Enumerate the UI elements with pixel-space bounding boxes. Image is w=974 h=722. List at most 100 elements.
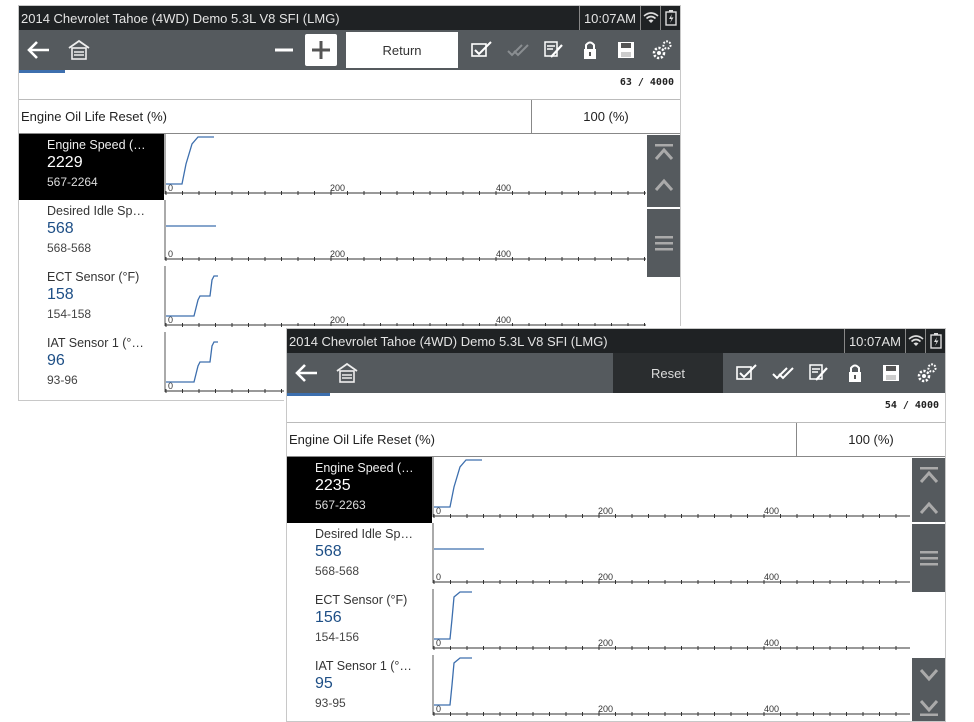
plus-icon[interactable] [305,34,337,66]
scroll-down-icon[interactable] [912,658,945,691]
x-tick-label: 200 [598,638,613,648]
pid-label[interactable]: ECT Sensor (°F) 156 154-156 [287,589,432,655]
x-tick-label: 200 [330,315,345,325]
pid-row[interactable]: Desired Idle Sp… 568 568-568 0 200 400 [19,200,680,266]
check-list-icon[interactable] [729,353,765,393]
frame-counter: 63 / 4000 [619,77,674,88]
pid-graph-svg: 0200400 [164,266,646,327]
scrollbar-thumb[interactable] [647,209,680,277]
pid-graph-svg: 0200400 [164,200,646,261]
wifi-icon [640,6,660,30]
pid-row[interactable]: ECT Sensor (°F) 156 154-156 0 200 400 [287,589,945,655]
pid-range: 93-95 [315,695,346,710]
x-tick-label: 200 [598,506,613,516]
pid-value: 158 [47,286,74,304]
pid-trace-line [434,459,482,508]
check-list-icon[interactable] [464,30,500,70]
home-icon[interactable] [327,353,367,393]
reset-button[interactable]: Reset [613,353,723,393]
edit-list-icon[interactable] [801,353,837,393]
pid-graph-svg: 0200400 [432,589,910,650]
settings-gears-icon[interactable] [644,30,680,70]
oil-life-label: Engine Oil Life Reset (%) [19,100,532,133]
pid-value: 568 [315,543,342,561]
pid-label[interactable]: Engine Speed (… 2235 567-2263 [287,457,432,523]
pid-range: 154-158 [47,306,92,321]
save-icon[interactable] [873,353,909,393]
scroll-up-icon[interactable] [647,168,680,201]
return-button[interactable]: Return [346,32,458,68]
pid-trace-line [166,136,214,185]
scan-tool-screen-front: 2014 Chevrolet Tahoe (4WD) Demo 5.3L V8 … [286,328,946,722]
pid-range: 154-156 [315,629,360,644]
pid-row[interactable]: ECT Sensor (°F) 158 154-158 0 200 400 [19,266,680,332]
pid-row[interactable]: IAT Sensor 1 (°… 95 93-95 0 200 400 [287,655,945,721]
pid-name: Engine Speed (… [315,461,414,475]
minus-icon[interactable] [266,30,302,70]
lock-icon[interactable] [572,30,608,70]
toolbar: Return [19,30,680,70]
x-tick-label: 200 [598,572,613,582]
pid-row[interactable]: Engine Speed (… 2229 567-2264 0 200 400 [19,134,680,200]
pid-value: 96 [47,352,65,370]
pid-label[interactable]: Engine Speed (… 2229 567-2264 [19,134,164,200]
scroll-top-icon[interactable] [912,458,945,491]
pid-graph-svg: 0200400 [432,523,910,584]
pid-name: Desired Idle Sp… [315,527,413,541]
oil-life-value: 100 (%) [848,432,894,447]
pid-graph-svg: 0200400 [432,655,910,716]
vehicle-title: 2014 Chevrolet Tahoe (4WD) Demo 5.3L V8 … [21,10,340,26]
pid-value: 568 [47,220,74,238]
edit-list-icon[interactable] [536,30,572,70]
pid-name: Engine Speed (… [47,138,146,152]
title-bar: 2014 Chevrolet Tahoe (4WD) Demo 5.3L V8 … [287,329,945,353]
pid-list: Engine Speed (… 2235 567-2263 0 200 400 Desire… [287,457,945,721]
battery-icon [660,6,680,30]
pid-label[interactable]: Desired Idle Sp… 568 568-568 [19,200,164,266]
pid-name: ECT Sensor (°F) [315,593,408,607]
back-arrow-icon[interactable] [287,353,327,393]
save-icon[interactable] [608,30,644,70]
x-tick-label: 0 [436,572,441,582]
progress-row: 63 / 4000 [19,70,680,100]
pid-label[interactable]: IAT Sensor 1 (°… 96 93-96 [19,332,164,398]
x-tick-label: 400 [496,315,511,325]
scroll-up-icon[interactable] [912,491,945,524]
back-arrow-icon[interactable] [19,30,59,70]
home-icon[interactable] [59,30,99,70]
x-tick-label: 400 [764,506,779,516]
pid-name: Desired Idle Sp… [47,204,145,218]
pid-label[interactable]: Desired Idle Sp… 568 568-568 [287,523,432,589]
pid-row[interactable]: Desired Idle Sp… 568 568-568 0 200 400 [287,523,945,589]
x-tick-label: 400 [496,183,511,193]
pid-name: IAT Sensor 1 (°… [47,336,144,350]
pid-label[interactable]: ECT Sensor (°F) 158 154-158 [19,266,164,332]
pid-graph: 0200400 [164,200,680,266]
pid-trace-line [166,341,218,383]
lock-icon[interactable] [837,353,873,393]
oil-life-row[interactable]: Engine Oil Life Reset (%) 100 (%) [19,100,680,134]
frame-counter: 54 / 4000 [884,400,939,411]
pid-row[interactable]: Engine Speed (… 2235 567-2263 0 200 400 [287,457,945,523]
x-tick-label: 400 [764,638,779,648]
pid-range: 568-568 [315,563,360,578]
pid-label[interactable]: IAT Sensor 1 (°… 95 93-95 [287,655,432,721]
oil-life-row[interactable]: Engine Oil Life Reset (%) 100 (%) [287,423,945,457]
clock: 10:07AM [578,6,640,30]
scrollbar-thumb[interactable] [912,524,945,592]
wifi-icon [905,329,925,353]
pid-graph: 0200400 [432,457,945,523]
double-check-icon[interactable] [500,30,536,70]
buffer-progress-bar [287,393,330,396]
pid-graph: 0200400 [164,134,680,200]
toolbar: Reset [287,353,945,393]
double-check-icon[interactable] [765,353,801,393]
x-tick-label: 200 [330,183,345,193]
settings-gears-icon[interactable] [909,353,945,393]
scroll-top-icon[interactable] [647,135,680,168]
pid-name: ECT Sensor (°F) [47,270,140,284]
scroll-bottom-icon[interactable] [912,691,945,721]
pid-range: 567-2264 [47,174,98,189]
pid-range: 567-2263 [315,497,366,512]
pid-value: 156 [315,609,342,627]
